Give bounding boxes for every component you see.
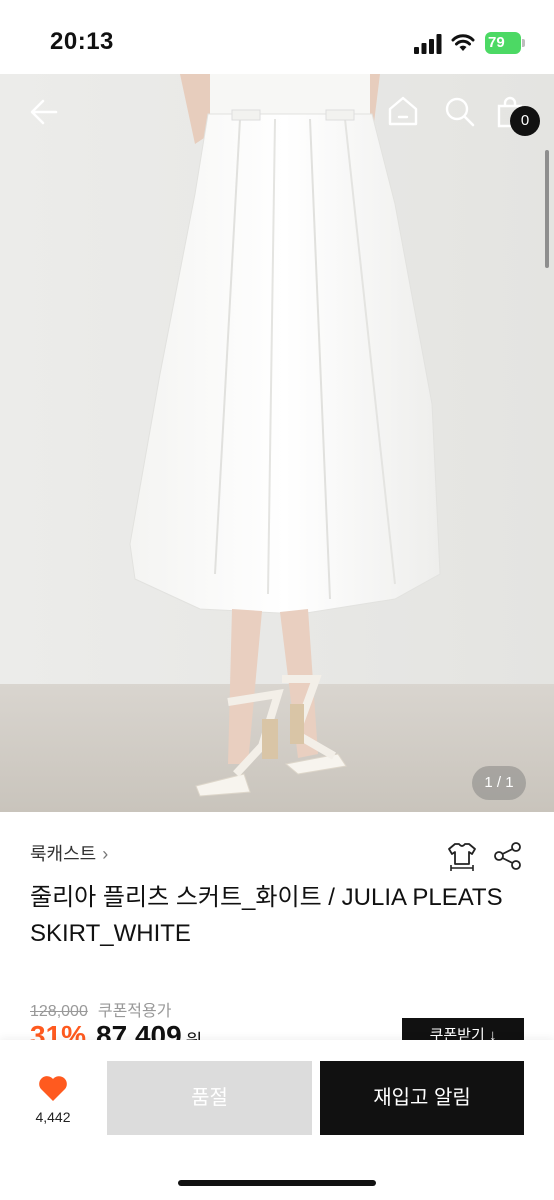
top-navigation — [0, 74, 554, 154]
heart-icon[interactable] — [38, 1074, 68, 1102]
back-arrow-icon[interactable] — [28, 96, 60, 128]
status-bar: 20:13 79 — [0, 0, 554, 74]
home-icon[interactable] — [386, 94, 420, 128]
size-guide-icon[interactable] — [446, 840, 478, 872]
scrollbar[interactable] — [545, 150, 549, 268]
brand-name: 룩캐스트 — [30, 844, 97, 864]
status-time: 20:13 — [50, 28, 114, 55]
sale-price: 87,409 — [96, 1022, 182, 1040]
battery-icon: 79 — [485, 32, 521, 54]
product-title: 줄리아 플리츠 스커트_화이트 / JULIA PLEATS SKIRT_WHI… — [30, 884, 503, 947]
restock-alert-button[interactable]: 재입고 알림 — [320, 1061, 524, 1135]
price-row: 128,000 쿠폰적용가 — [30, 997, 171, 1021]
share-icon[interactable] — [492, 840, 524, 872]
brand-link[interactable]: 룩캐스트 › — [30, 840, 108, 866]
battery-level: 79 — [488, 34, 505, 51]
skirt-photo — [0, 74, 554, 812]
signal-icon — [414, 34, 442, 54]
chevron-down-icon[interactable]: ⌄ — [206, 1031, 226, 1040]
battery-tip — [522, 39, 525, 47]
image-pager: 1 / 1 — [472, 766, 526, 800]
product-image[interactable] — [0, 74, 554, 812]
coupon-price-label: 쿠폰적용가 — [97, 1003, 172, 1020]
soldout-button[interactable]: 품절 — [107, 1061, 312, 1135]
coupon-button-label: 쿠폰받기 — [429, 1027, 485, 1040]
download-icon: ↓ — [488, 1027, 497, 1040]
sale-price-row: 31% 87,409 원 ⌄ — [30, 1022, 430, 1040]
original-price: 128,000 — [30, 1003, 88, 1020]
search-icon[interactable] — [444, 96, 476, 128]
currency: 원 — [186, 1031, 203, 1040]
discount-rate: 31% — [30, 1022, 87, 1040]
chevron-right-icon: › — [102, 844, 109, 864]
like-count: 4,442 — [35, 1109, 71, 1125]
home-indicator[interactable] — [178, 1180, 376, 1186]
cart-count-badge[interactable]: 0 — [510, 106, 540, 136]
wifi-icon — [451, 34, 475, 51]
coupon-download-button[interactable]: 쿠폰받기 ↓ — [402, 1018, 524, 1040]
